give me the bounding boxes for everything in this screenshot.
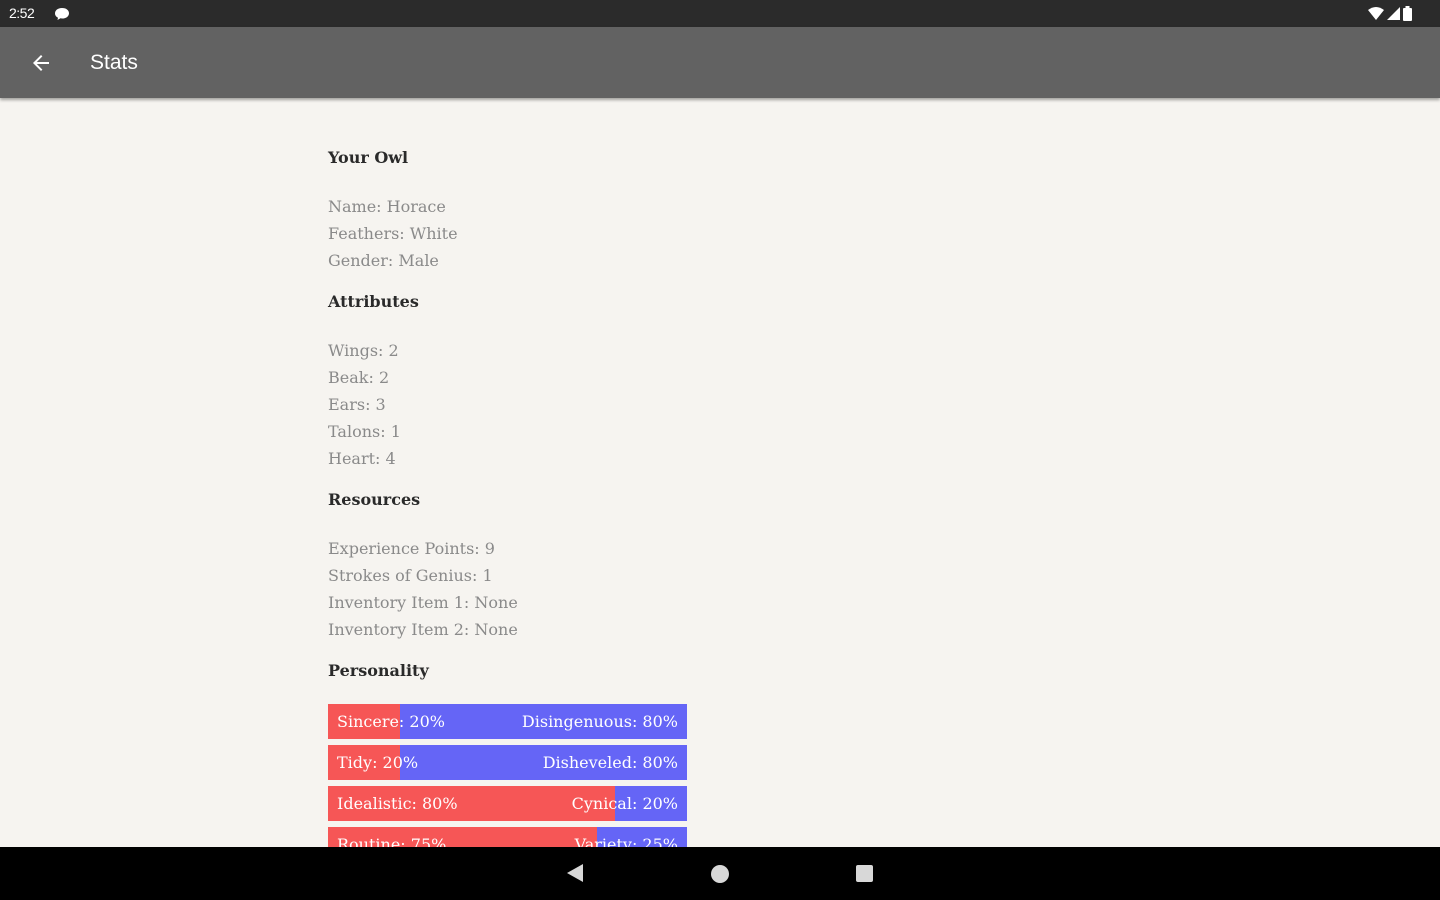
- personality-right-label: Disingenuous: 80%: [521, 712, 678, 731]
- system-nav-bar: [0, 847, 1440, 900]
- resource-experience-points: Experience Points: 9: [328, 539, 495, 558]
- app-bar: Stats: [0, 27, 1440, 98]
- resources-list: Experience Points: 9 Strokes of Genius: …: [328, 535, 828, 643]
- status-bar: 2:52: [0, 0, 1440, 27]
- personality-bars: Sincere: 20% Disingenuous: 80% Tidy: 20%…: [328, 704, 828, 862]
- resource-strokes-of-genius: Strokes of Genius: 1: [328, 566, 493, 585]
- wifi-icon: [1368, 7, 1384, 23]
- attribute-talons: Talons: 1: [328, 422, 401, 441]
- attribute-heart: Heart: 4: [328, 449, 396, 468]
- message-icon: [54, 7, 70, 24]
- attribute-beak: Beak: 2: [328, 368, 390, 387]
- section-title-owl: Your Owl: [328, 148, 409, 167]
- owl-details: Name: Horace Feathers: White Gender: Mal…: [328, 193, 828, 274]
- battery-icon: [1403, 6, 1412, 24]
- personality-bar-tidy: Tidy: 20% Disheveled: 80%: [328, 745, 687, 780]
- owl-gender: Gender: Male: [328, 251, 439, 270]
- attribute-ears: Ears: 3: [328, 395, 386, 414]
- arrow-left-icon: [24, 55, 53, 79]
- attribute-wings: Wings: 2: [328, 341, 399, 360]
- attributes-list: Wings: 2 Beak: 2 Ears: 3 Talons: 1 Heart…: [328, 337, 828, 472]
- personality-left-label: Sincere: 20%: [337, 712, 445, 731]
- resource-inventory-item-1: Inventory Item 1: None: [328, 593, 518, 612]
- resource-inventory-item-2: Inventory Item 2: None: [328, 620, 518, 639]
- back-triangle-icon[interactable]: [566, 863, 584, 887]
- back-button[interactable]: [24, 49, 58, 77]
- status-time: 2:52: [9, 5, 35, 21]
- owl-feathers: Feathers: White: [328, 224, 458, 243]
- personality-right-label: Disheveled: 80%: [542, 753, 678, 772]
- personality-left-label: Tidy: 20%: [337, 753, 419, 772]
- section-title-attributes: Attributes: [328, 292, 419, 311]
- stats-content: Your Owl Name: Horace Feathers: White Ge…: [328, 98, 828, 868]
- personality-bar-idealistic: Idealistic: 80% Cynical: 20%: [328, 786, 687, 821]
- owl-name: Name: Horace: [328, 197, 446, 216]
- personality-bar-sincere: Sincere: 20% Disingenuous: 80%: [328, 704, 687, 739]
- page-title: Stats: [90, 51, 138, 74]
- personality-right-label: Cynical: 20%: [571, 794, 678, 813]
- signal-icon: [1387, 7, 1400, 23]
- section-title-resources: Resources: [328, 490, 421, 509]
- personality-left-label: Idealistic: 80%: [337, 794, 458, 813]
- home-circle-icon[interactable]: [711, 865, 729, 883]
- section-title-personality: Personality: [328, 661, 429, 680]
- recents-square-icon[interactable]: [856, 865, 873, 882]
